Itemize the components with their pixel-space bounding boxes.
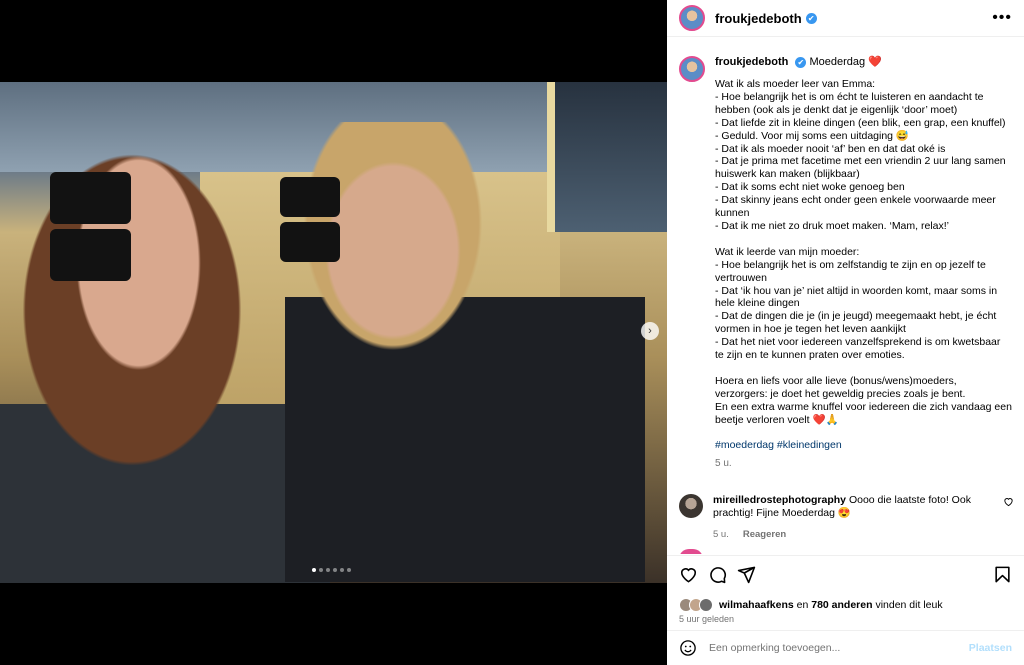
likes-summary: wilmahaafkens en 780 anderen vinden dit …	[679, 598, 1012, 612]
avatar[interactable]	[679, 5, 705, 31]
carousel-dot[interactable]	[312, 568, 316, 572]
comment-like-heart-icon[interactable]	[1003, 496, 1014, 510]
comment-username[interactable]: mireilledrostephotography	[713, 494, 846, 506]
next-comment-avatar	[679, 549, 703, 554]
caption-body: froukjedeboth ✔ Moederdag ❤️ Wat ik als …	[715, 56, 1012, 470]
carousel-dots	[312, 568, 351, 572]
caption-heart: ❤️	[868, 56, 882, 68]
post-side-panel: froukjedeboth ✔ ••• froukjedeboth ✔ Moed…	[667, 0, 1024, 665]
carousel-dot[interactable]	[326, 568, 330, 572]
caption-avatar[interactable]	[679, 56, 705, 82]
liker-username[interactable]: wilmahaafkens	[719, 599, 794, 611]
comment-input[interactable]	[709, 642, 949, 654]
action-icons	[679, 564, 1012, 584]
share-icon[interactable]	[737, 565, 756, 584]
caption-timestamp: 5 u.	[715, 458, 732, 470]
comment-avatar[interactable]	[679, 494, 703, 519]
caption-title: Moederdag	[809, 56, 866, 68]
likes-suffix: vinden dit leuk	[875, 599, 943, 611]
caption-text: Wat ik als moeder leer van Emma: - Hoe b…	[715, 78, 1012, 426]
emoji-icon[interactable]	[679, 639, 697, 657]
reply-button[interactable]: Reageren	[743, 528, 786, 541]
post-actions: wilmahaafkens en 780 anderen vinden dit …	[667, 555, 1024, 624]
sunglasses-left	[50, 172, 225, 281]
carousel-dot[interactable]	[333, 568, 337, 572]
more-horizontal-icon[interactable]: •••	[992, 9, 1012, 27]
post-timestamp: 5 uur geleden	[679, 614, 735, 624]
post-media: ›	[0, 0, 667, 665]
post-comment-button[interactable]: Plaatsen	[969, 642, 1012, 654]
heart-icon[interactable]	[679, 565, 698, 584]
carousel-dot[interactable]	[347, 568, 351, 572]
bookmark-icon[interactable]	[993, 565, 1012, 584]
comment-item: mireilledrostephotography Oooo die laats…	[667, 470, 1024, 541]
comment-meta: 5 u. Reageren	[713, 528, 993, 541]
verified-badge-icon: ✔	[795, 56, 807, 68]
comment-icon[interactable]	[708, 565, 727, 584]
comment-timestamp: 5 u.	[713, 529, 729, 541]
caption-header: froukjedeboth ✔ Moederdag ❤️	[715, 56, 1012, 69]
add-comment-bar: Plaatsen	[667, 630, 1024, 665]
post-photo[interactable]	[0, 82, 667, 583]
liker-avatars[interactable]	[679, 598, 713, 612]
caption: froukjedeboth ✔ Moederdag ❤️ Wat ik als …	[667, 44, 1024, 470]
likes-connector: en	[796, 599, 809, 611]
carousel-dot[interactable]	[319, 568, 323, 572]
chevron-right-icon: ›	[648, 325, 652, 337]
likes-count[interactable]: 780 anderen	[811, 599, 872, 611]
carousel-next-button[interactable]: ›	[641, 322, 659, 340]
carousel-dot[interactable]	[340, 568, 344, 572]
post-header: froukjedeboth ✔ •••	[667, 0, 1024, 37]
sunglasses-right	[280, 177, 410, 262]
hashtags-link[interactable]: #moederdag #kleinedingen	[715, 439, 1012, 452]
caption-username[interactable]: froukjedeboth	[715, 56, 788, 68]
comment-body: mireilledrostephotography Oooo die laats…	[713, 494, 993, 541]
comments-scroll-area[interactable]: froukjedeboth ✔ Moederdag ❤️ Wat ik als …	[667, 44, 1024, 554]
verified-badge-icon: ✔	[805, 12, 817, 24]
post-username[interactable]: froukjedeboth	[715, 11, 802, 26]
